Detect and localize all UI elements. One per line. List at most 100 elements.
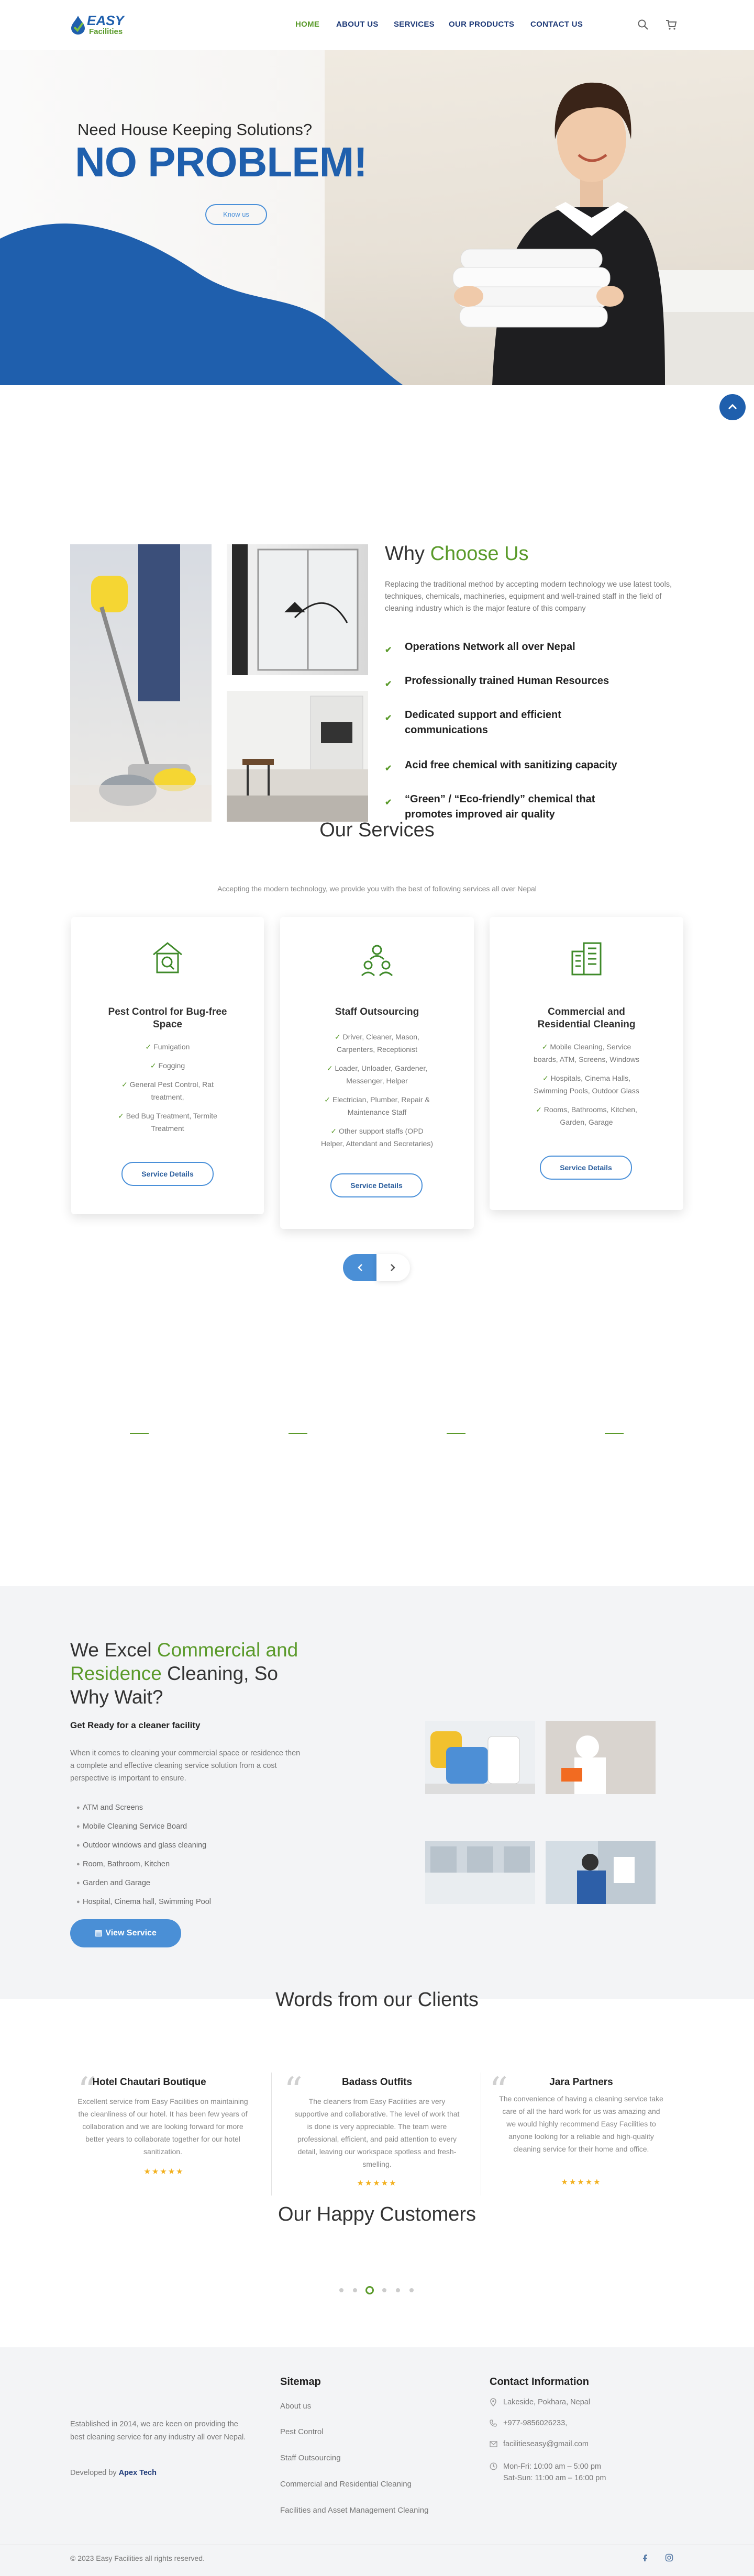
carousel-dots (339, 2286, 418, 2294)
excel-image-supplies (425, 1721, 535, 1794)
why-item: ✔ Dedicated support and efficient communi… (385, 709, 561, 736)
excel-title-a: We Excel (70, 1639, 157, 1661)
why-title: Why Choose Us (385, 543, 529, 565)
service-card-list: Fumigation Fogging General Pest Control,… (110, 1040, 225, 1135)
check-icon: ✔ (385, 714, 392, 723)
why-image-window (227, 544, 368, 675)
divider (289, 1433, 307, 1434)
check-icon: ✔ (385, 680, 392, 689)
divider (447, 1433, 465, 1434)
excel-image-disinfection (546, 1721, 656, 1794)
testimonials-title: Words from our Clients (275, 1989, 479, 2011)
list-item: Bed Bug Treatment, Termite Treatment (110, 1110, 225, 1135)
contact-hours: Mon-Fri: 10:00 am – 5:00 pm Sat-Sun: 11:0… (490, 2461, 606, 2484)
sitemap-link-facilities[interactable]: Facilities and Asset Management Cleaning (280, 2506, 429, 2515)
carousel-dot[interactable] (353, 2288, 357, 2292)
carousel-next-button[interactable] (376, 1254, 410, 1281)
divider (605, 1433, 624, 1434)
service-card-staff-outsourcing: Staff Outsourcing Driver, Cleaner, Mason… (280, 917, 474, 1229)
view-service-button[interactable]: ▤ View Service (70, 1919, 181, 1947)
list-item: General Pest Control, Rat treatment, (110, 1078, 225, 1103)
mail-icon (490, 2441, 497, 2447)
logo-word-facilities: Facilities (89, 27, 123, 36)
facebook-icon[interactable] (641, 2553, 649, 2562)
services-subtitle: Accepting the modern technology, we prov… (217, 884, 537, 893)
sitemap-link-pest-control[interactable]: Pest Control (280, 2427, 324, 2436)
service-details-button[interactable]: Service Details (330, 1173, 423, 1197)
service-details-button[interactable]: Service Details (121, 1162, 214, 1186)
nav-about-us[interactable]: ABOUT US (336, 20, 379, 29)
testimonial-name: Badass Outfits (341, 2077, 413, 2088)
why-title-a: Why (385, 543, 430, 565)
footer (0, 2347, 754, 2576)
why-image-vacuum (70, 544, 212, 822)
clock-icon (490, 2462, 497, 2470)
instagram-icon[interactable] (665, 2553, 673, 2562)
contact-phone[interactable]: +977-9856026233, (490, 2419, 567, 2427)
copyright: © 2023 Easy Facilities all rights reserv… (70, 2554, 205, 2562)
service-details-button[interactable]: Service Details (540, 1156, 632, 1180)
service-card-list: Mobile Cleaning, Service boards, ATM, Sc… (529, 1040, 644, 1128)
check-icon: ✔ (385, 646, 392, 655)
why-image-kitchen (227, 691, 368, 822)
divider (130, 1433, 149, 1434)
sitemap-link-cleaning[interactable]: Commercial and Residential Cleaning (280, 2480, 412, 2489)
nav-home[interactable]: HOME (295, 20, 319, 29)
customers-title: Our Happy Customers (278, 2203, 476, 2225)
developed-label: Developed by (70, 2469, 119, 2477)
logo[interactable]: EASY Facilities (70, 13, 138, 38)
list-item: Rooms, Bathrooms, Kitchen, Garden, Garag… (529, 1103, 644, 1128)
logo-icon (71, 16, 85, 35)
service-card-commercial-cleaning: Commercial and Residential Cleaning Mobi… (490, 917, 683, 1210)
cart-icon[interactable] (665, 18, 678, 31)
footer-developed: Developed by Apex Tech (70, 2469, 157, 2477)
hero-wave (0, 223, 403, 385)
list-item: Other support staffs (OPD Helper, Attend… (319, 1125, 435, 1150)
search-icon[interactable] (637, 19, 649, 30)
testimonial-name: Jara Partners (549, 2077, 613, 2088)
testimonial-text: Excellent service from Easy Facilities o… (77, 2097, 248, 2156)
carousel-dot-active[interactable] (365, 2286, 374, 2294)
know-us-button[interactable]: Know us (205, 204, 267, 225)
nav-services[interactable]: SERVICES (394, 20, 435, 29)
nav-our-products[interactable]: OUR PRODUCTS (449, 20, 514, 29)
list-item: Driver, Cleaner, Mason, Carpenters, Rece… (319, 1031, 435, 1056)
people-icon (361, 945, 393, 977)
carousel-prev-button[interactable] (343, 1254, 376, 1281)
carousel-dot[interactable] (409, 2288, 414, 2292)
excel-intro: When it comes to cleaning your commercia… (70, 1749, 301, 1783)
sitemap-title: Sitemap (280, 2376, 321, 2388)
chevron-right-icon (391, 1264, 395, 1271)
rating-stars: ★★★★★ (143, 2167, 184, 2176)
excel-list-bullets: ● ● ● ● ● ● (76, 1805, 80, 1905)
list-item: Mobile Cleaning Service Board (83, 1822, 187, 1831)
site-header: EASY Facilities HOME ABOUT US SERVICES O… (0, 0, 754, 50)
carousel-dot[interactable] (339, 2288, 343, 2292)
house-search-icon (153, 942, 182, 973)
why-title-b: Choose Us (430, 543, 529, 565)
sitemap-link-about[interactable]: About us (280, 2402, 311, 2411)
sitemap-link-staff-outsourcing[interactable]: Staff Outsourcing (280, 2454, 341, 2462)
excel-image-hall (425, 1841, 535, 1904)
why-intro: Replacing the traditional method by acce… (385, 580, 672, 613)
hero-subtitle: Need House Keeping Solutions? (77, 120, 313, 139)
testimonial-text: The cleaners from Easy Facilities are ve… (294, 2097, 460, 2168)
services-title: Our Services (319, 819, 435, 841)
nav-contact-us[interactable]: CONTACT US (530, 20, 583, 29)
contact-email[interactable]: facilitieseasy@gmail.com (490, 2440, 589, 2448)
carousel-dot[interactable] (396, 2288, 400, 2292)
carousel-dot[interactable] (382, 2288, 386, 2292)
developer-link[interactable]: Apex Tech (119, 2469, 157, 2477)
contact-address: Lakeside, Pokhara, Nepal (490, 2398, 590, 2407)
check-icon: ✔ (385, 798, 392, 807)
list-item: Room, Bathroom, Kitchen (83, 1860, 170, 1868)
service-card-pest-control: Pest Control for Bug-free Space Fumigati… (71, 917, 264, 1214)
list-item: Fogging (110, 1059, 225, 1072)
testimonial-name: Hotel Chautari Boutique (92, 2077, 206, 2088)
scroll-top-button[interactable] (719, 394, 746, 420)
list-item: ATM and Screens (83, 1804, 143, 1812)
excel-list: ATM and Screens Mobile Cleaning Service … (83, 1798, 211, 1911)
divider (271, 2073, 272, 2196)
list-item: Hospitals, Cinema Halls, Swimming Pools,… (529, 1072, 644, 1097)
list-item: Mobile Cleaning, Service boards, ATM, Sc… (529, 1040, 644, 1066)
